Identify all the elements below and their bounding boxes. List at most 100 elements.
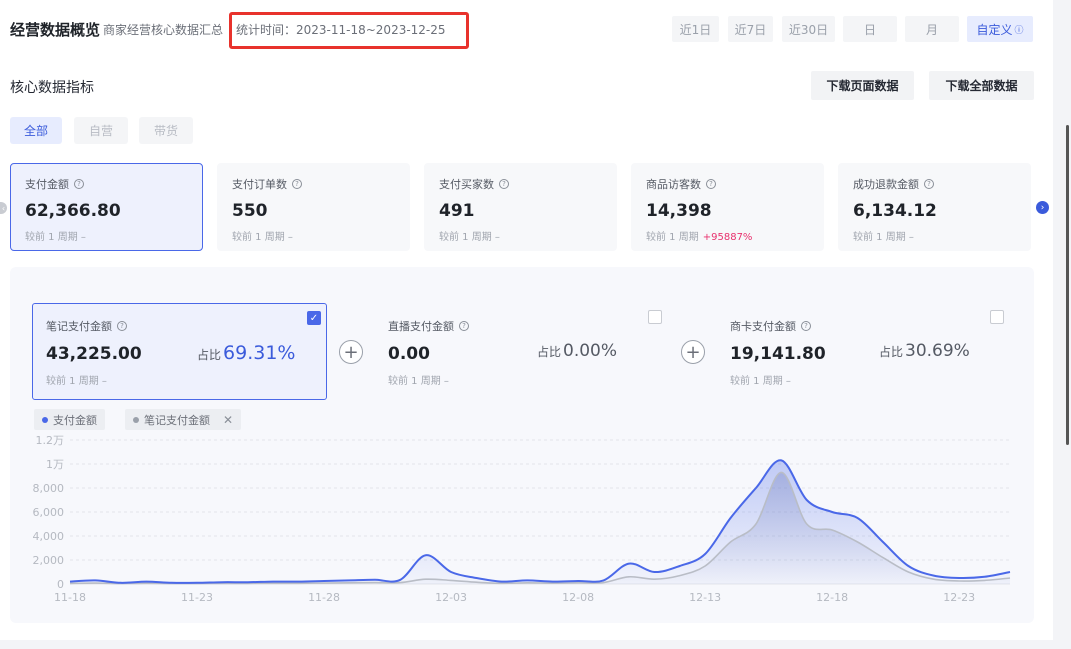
share-value: 30.69% <box>905 341 970 361</box>
filter-self-tab[interactable]: 自营 <box>74 117 128 144</box>
kpi-delta: – <box>287 232 293 243</box>
sub-card-compare: 较前 1 周期 – <box>730 372 1011 387</box>
y-tick-label: 0 <box>57 578 64 591</box>
x-tick-label: 12-23 <box>943 591 975 604</box>
download-page-button[interactable]: 下载页面数据 <box>811 71 914 100</box>
y-tick-label: 1万 <box>46 458 64 471</box>
legend-dot-icon <box>133 416 139 423</box>
plus-icon: + <box>339 340 363 364</box>
kpi-compare-label: 较前 1 周期 <box>646 232 699 243</box>
y-tick-label: 6,000 <box>33 506 65 519</box>
range-7d-button[interactable]: 近7日 <box>728 16 773 42</box>
sub-card-delta: – <box>785 376 791 387</box>
range-day-button[interactable]: 日 <box>843 16 897 42</box>
x-tick-label: 12-08 <box>562 591 594 604</box>
y-tick-label: 4,000 <box>33 530 65 543</box>
x-tick-label: 11-28 <box>308 591 340 604</box>
kpi-compare-label: 较前 1 周期 <box>232 232 285 243</box>
kpi-card-order-count[interactable]: 支付订单数? 550 较前 1 周期 – <box>217 163 410 251</box>
kpi-value: 550 <box>232 201 268 221</box>
scroll-left-icon[interactable]: ‹ <box>0 202 7 214</box>
help-icon[interactable]: ? <box>801 321 811 331</box>
sub-card-compare: 较前 1 周期 – <box>388 372 669 387</box>
kpi-label: 支付订单数 <box>232 178 287 191</box>
legend-dot-icon <box>42 416 48 423</box>
kpi-compare: 较前 1 周期 – <box>232 228 410 243</box>
kpi-card-payment-amount[interactable]: 支付金额? 62,366.80 较前 1 周期 – <box>10 163 203 251</box>
kpi-value: 62,366.80 <box>25 201 121 221</box>
sub-card-compare: 较前 1 周期 – <box>46 372 326 387</box>
section-title: 核心数据指标 <box>10 80 94 96</box>
kpi-compare-label: 较前 1 周期 <box>853 232 906 243</box>
sub-card-share: 占比 30.69% <box>879 341 970 361</box>
sub-card-card-payment[interactable]: 商卡支付金额? 19,141.80 较前 1 周期 – 占比 30.69% <box>716 303 1011 400</box>
help-icon[interactable]: ? <box>499 179 509 189</box>
range-30d-button[interactable]: 近30日 <box>782 16 835 42</box>
legend-label: 支付金额 <box>53 413 97 427</box>
share-value: 69.31% <box>223 342 296 364</box>
filter-affiliate-tab[interactable]: 带货 <box>139 117 193 144</box>
x-tick-label: 11-23 <box>181 591 213 604</box>
checkbox-icon[interactable] <box>648 310 662 324</box>
range-1d-button[interactable]: 近1日 <box>672 16 719 42</box>
kpi-label: 支付金额 <box>25 178 69 191</box>
kpi-delta: – <box>494 232 500 243</box>
scroll-right-icon[interactable]: › <box>1036 201 1049 214</box>
sub-card-label: 商卡支付金额 <box>730 320 796 333</box>
kpi-card-visitor-count[interactable]: 商品访客数? 14,398 较前 1 周期 +95887% <box>631 163 824 251</box>
share-value: 0.00% <box>563 341 618 361</box>
checkbox-checked-icon[interactable]: ✓ <box>307 311 321 325</box>
help-icon[interactable]: ? <box>117 321 127 331</box>
kpi-card-refund-amount[interactable]: 成功退款金额? 6,134.12 较前 1 周期 – <box>838 163 1031 251</box>
sub-card-compare-label: 较前 1 周期 <box>730 376 783 387</box>
sub-card-share: 占比 0.00% <box>537 341 617 361</box>
page-title: 经营数据概览 <box>10 21 101 39</box>
help-icon[interactable]: ? <box>74 179 84 189</box>
sub-card-live-payment[interactable]: 直播支付金额? 0.00 较前 1 周期 – 占比 0.00% <box>374 303 669 400</box>
sub-card-label: 直播支付金额 <box>388 320 454 333</box>
page-subtitle: 商家经营核心数据汇总 <box>103 23 224 37</box>
help-icon[interactable]: ? <box>292 179 302 189</box>
kpi-label: 支付买家数 <box>439 178 494 191</box>
share-label: 占比 <box>879 345 904 359</box>
page: 经营数据概览 商家经营核心数据汇总 统计时间：2023-11-18~2023-1… <box>0 0 1053 640</box>
sub-card-compare-label: 较前 1 周期 <box>388 376 441 387</box>
sub-card-delta: – <box>101 376 107 387</box>
kpi-value: 6,134.12 <box>853 201 937 221</box>
sub-card-compare-label: 较前 1 周期 <box>46 376 99 387</box>
sub-card-value: 0.00 <box>388 344 430 364</box>
legend-chip-note-payment[interactable]: 笔记支付金额 ✕ <box>125 409 242 430</box>
kpi-compare: 较前 1 周期 +95887% <box>646 228 824 243</box>
legend-label: 笔记支付金额 <box>144 413 210 427</box>
kpi-label: 商品访客数 <box>646 178 701 191</box>
x-tick-label: 12-03 <box>435 591 467 604</box>
help-icon[interactable]: ? <box>459 321 469 331</box>
highlight-box <box>229 12 469 49</box>
download-all-button[interactable]: 下载全部数据 <box>929 71 1034 100</box>
x-tick-label: 12-13 <box>689 591 721 604</box>
kpi-card-buyer-count[interactable]: 支付买家数? 491 较前 1 周期 – <box>424 163 617 251</box>
y-tick-label: 8,000 <box>33 482 65 495</box>
range-month-button[interactable]: 月 <box>905 16 959 42</box>
help-icon[interactable]: ? <box>924 179 934 189</box>
info-icon: ⓘ <box>1014 25 1024 36</box>
kpi-compare: 较前 1 周期 – <box>853 228 1031 243</box>
checkbox-icon[interactable] <box>990 310 1004 324</box>
sub-card-share: 占比 69.31% <box>197 342 295 364</box>
help-icon[interactable]: ? <box>706 179 716 189</box>
kpi-compare-label: 较前 1 周期 <box>25 232 78 243</box>
sub-card-note-payment[interactable]: 笔记支付金额? 43,225.00 较前 1 周期 – 占比 69.31% ✓ <box>32 303 327 400</box>
kpi-compare-label: 较前 1 周期 <box>439 232 492 243</box>
kpi-value: 14,398 <box>646 201 712 221</box>
share-label: 占比 <box>197 348 222 362</box>
topbar: 经营数据概览 商家经营核心数据汇总 统计时间：2023-11-18~2023-1… <box>0 0 1053 58</box>
filter-all-tab[interactable]: 全部 <box>10 117 62 144</box>
sub-card-delta: – <box>443 376 449 387</box>
legend-chip-payment-amount[interactable]: 支付金额 <box>34 409 105 430</box>
close-icon[interactable]: ✕ <box>223 413 233 427</box>
plus-icon: + <box>681 340 705 364</box>
range-custom-button[interactable]: 自定义 ⓘ <box>967 16 1033 42</box>
scrollbar[interactable] <box>1066 125 1069 445</box>
kpi-value: 491 <box>439 201 475 221</box>
y-tick-label: 2,000 <box>33 554 65 567</box>
